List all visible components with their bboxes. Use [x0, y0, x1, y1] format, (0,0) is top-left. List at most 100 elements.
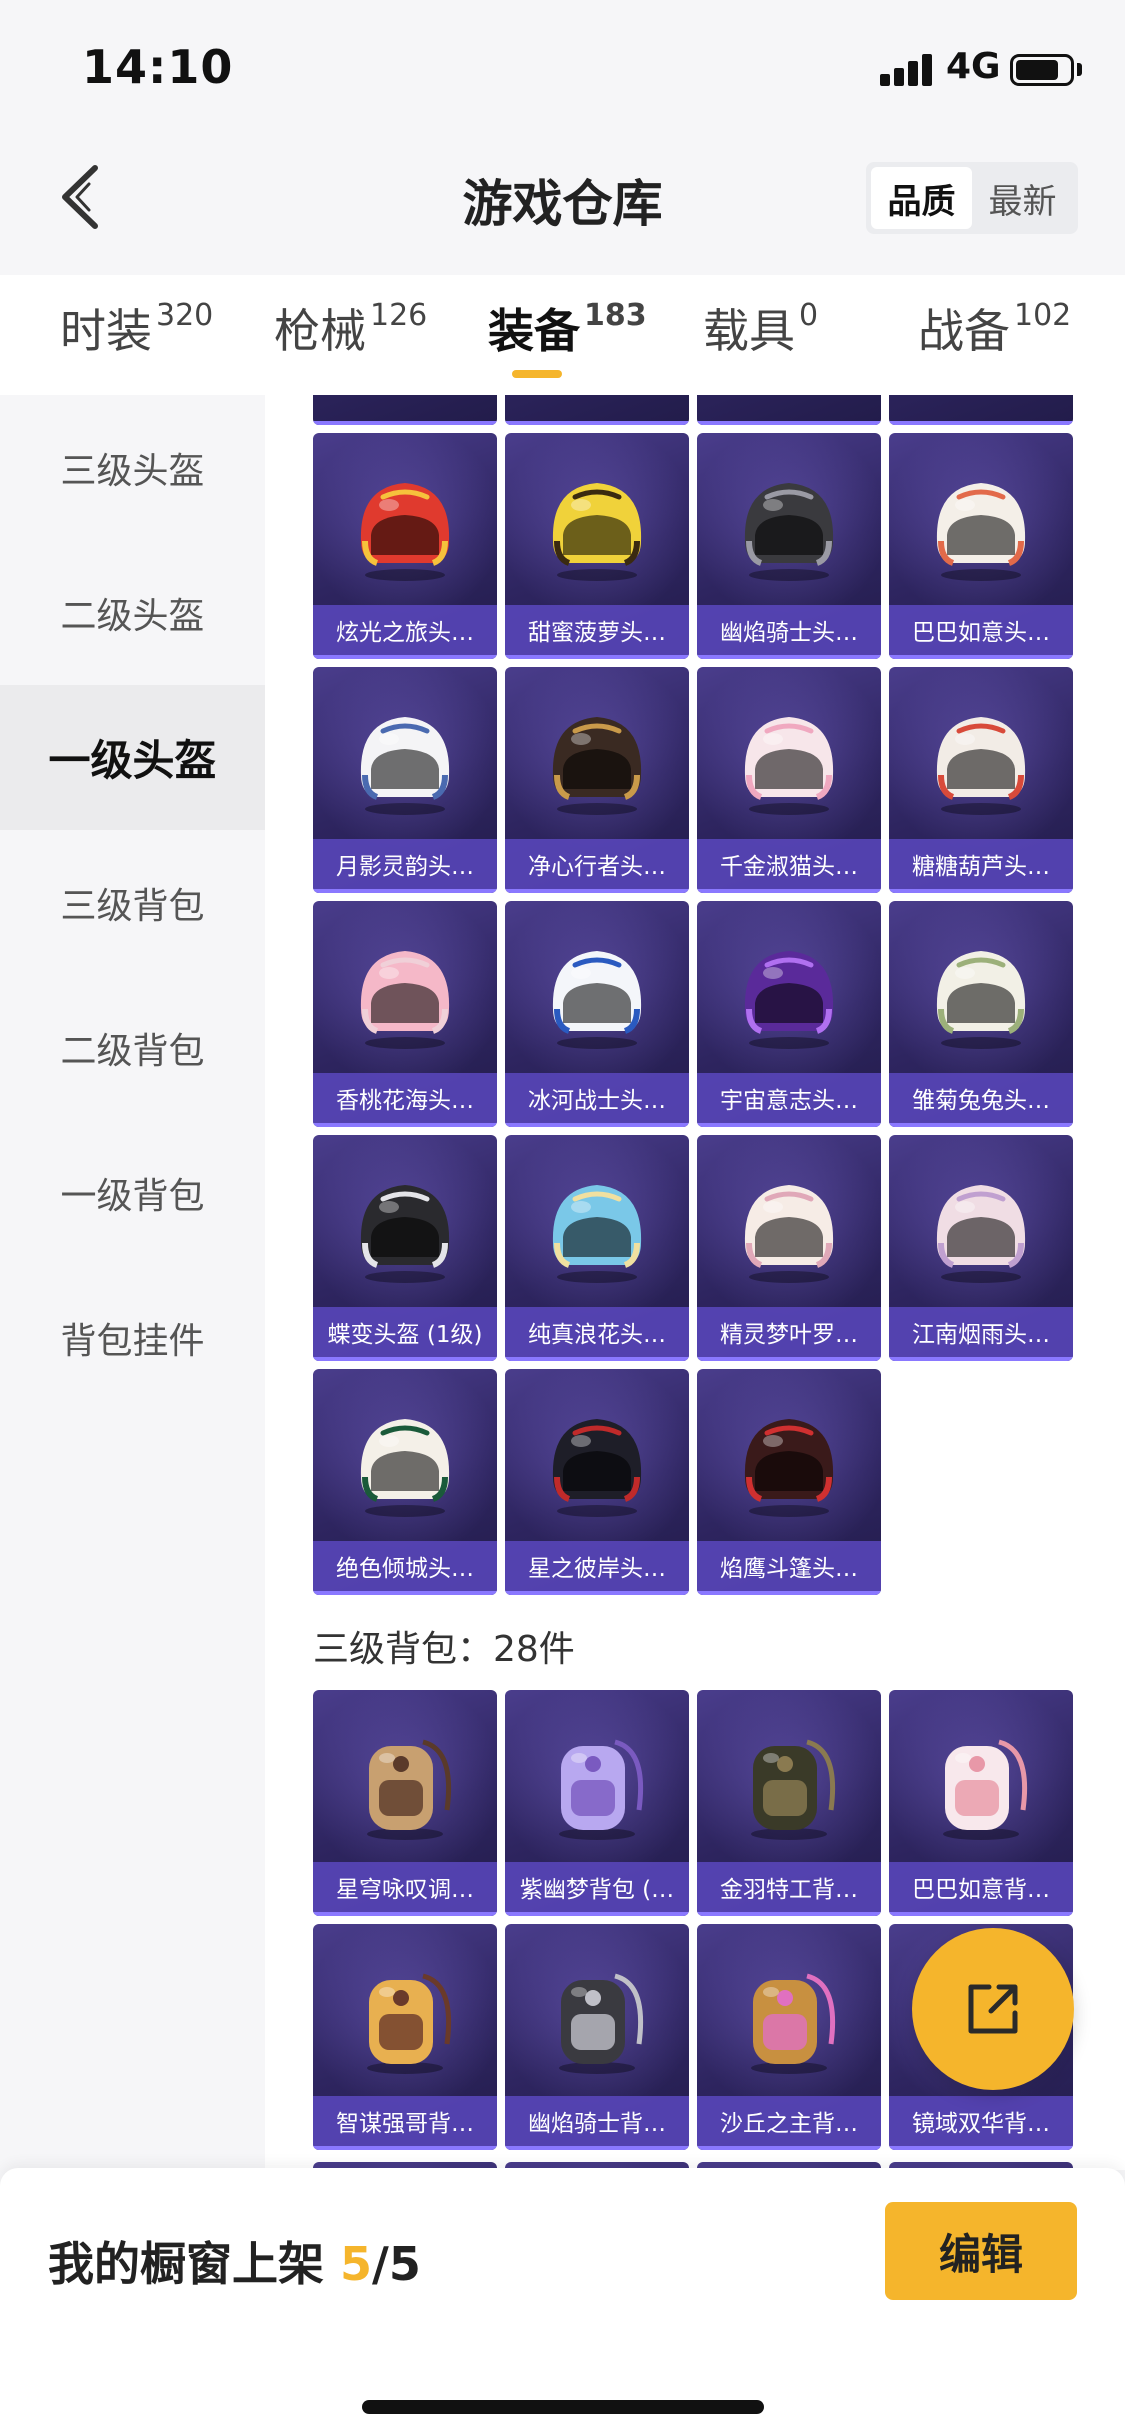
helmet-card[interactable]: 星之彼岸头… [505, 1369, 689, 1595]
card-border [697, 655, 881, 659]
helmet-card[interactable]: 甜蜜菠萝头… [505, 433, 689, 659]
helmet-image [744, 1419, 834, 1517]
helmet-card[interactable]: 炫光之旅头… [313, 433, 497, 659]
grid-row-partial [313, 395, 1073, 425]
card-border [313, 1591, 497, 1595]
item-card[interactable] [889, 395, 1073, 425]
grid-row: 香桃花海头… 冰河战士头… 宇宙意志头… 雏菊兔兔头… [313, 901, 1073, 1127]
card-border [889, 1123, 1073, 1127]
helmet-image [360, 1185, 450, 1283]
helmet-card[interactable]: 糖糖葫芦头… [889, 667, 1073, 893]
tab-firearms[interactable]: 枪械 126 [274, 295, 427, 361]
item-name: 冰河战士头… [505, 1073, 689, 1123]
card-border [697, 1912, 881, 1916]
sidebar-item-backpack-charm[interactable]: 背包挂件 [0, 1265, 265, 1410]
section-title: 三级背包：28件 [313, 1629, 575, 1670]
card-border [889, 889, 1073, 893]
tab-label: 时装 [60, 304, 152, 358]
backpack-card[interactable]: 沙丘之主背… [697, 1924, 881, 2150]
item-name: 巴巴如意头… [889, 605, 1073, 655]
card-border [505, 2146, 689, 2150]
sort-option-newest[interactable]: 最新 [972, 167, 1073, 229]
tab-equipment[interactable]: 装备 183 [488, 295, 647, 361]
backpack-image [751, 1739, 836, 1840]
helmet-card[interactable]: 月影灵韵头… [313, 667, 497, 893]
helmet-card[interactable]: 巴巴如意头… [889, 433, 1073, 659]
helmet-card[interactable]: 冰河战士头… [505, 901, 689, 1127]
tab-label: 战备 [918, 304, 1010, 358]
grid-row: 炫光之旅头… 甜蜜菠萝头… 幽焰骑士头… 巴巴如意头… [313, 433, 1073, 659]
card-border [505, 1123, 689, 1127]
helmet-card[interactable]: 江南烟雨头… [889, 1135, 1073, 1361]
card-border [313, 1123, 497, 1127]
sort-option-quality[interactable]: 品质 [871, 167, 972, 229]
sidebar-item-level2-backpack[interactable]: 二级背包 [0, 975, 265, 1120]
showcase-total: /5 [372, 2237, 421, 2291]
card-border [697, 1123, 881, 1127]
helmet-image [552, 483, 642, 581]
sort-toggle: 品质 最新 [866, 162, 1078, 234]
helmet-image [744, 951, 834, 1049]
tab-fashion[interactable]: 时装 320 [60, 295, 213, 361]
item-card[interactable] [697, 395, 881, 425]
backpack-card[interactable]: 金羽特工背… [697, 1690, 881, 1916]
helmet-card[interactable]: 千金淑猫头… [697, 667, 881, 893]
card-border [313, 889, 497, 893]
battery-tip [1077, 63, 1082, 76]
item-card[interactable] [505, 395, 689, 425]
helmet-card[interactable]: 绝色倾城头… [313, 1369, 497, 1595]
item-card[interactable] [313, 395, 497, 425]
sidebar-item-level1-backpack[interactable]: 一级背包 [0, 1120, 265, 1265]
card-border [889, 1912, 1073, 1916]
backpack-card[interactable]: 紫幽梦背包 (… [505, 1690, 689, 1916]
tab-vehicles[interactable]: 载具 0 [703, 295, 818, 361]
helmet-card[interactable]: 精灵梦叶罗… [697, 1135, 881, 1361]
tab-label: 装备 [488, 304, 580, 358]
helmet-image [936, 951, 1026, 1049]
helmet-image [552, 951, 642, 1049]
backpack-card[interactable]: 幽焰骑士背… [505, 1924, 689, 2150]
helmet-card[interactable]: 香桃花海头… [313, 901, 497, 1127]
backpack-card[interactable]: 巴巴如意背… [889, 1690, 1073, 1916]
card-border [697, 1357, 881, 1361]
backpack-image [559, 1973, 644, 2074]
card-border [697, 889, 881, 893]
backpack-image [751, 1973, 836, 2074]
showcase-label: 我的橱窗上架 [48, 2237, 324, 2291]
grid-row: 蝶变头盔 (1级) 纯真浪花头… 精灵梦叶罗… 江南烟雨头… [313, 1135, 1073, 1361]
helmet-card[interactable]: 宇宙意志头… [697, 901, 881, 1127]
share-button[interactable] [912, 1928, 1074, 2090]
showcase-status: 我的橱窗上架 5/5 [48, 2228, 421, 2294]
helmet-image [744, 483, 834, 581]
sidebar-item-level2-helmet[interactable]: 二级头盔 [0, 540, 265, 685]
helmet-image [360, 951, 450, 1049]
tab-supplies[interactable]: 战备 102 [918, 295, 1071, 361]
helmet-image [360, 483, 450, 581]
sidebar-item-level3-backpack[interactable]: 三级背包 [0, 830, 265, 975]
status-bar: 14:10 4G [0, 0, 1125, 138]
helmet-card[interactable]: 幽焰骑士头… [697, 433, 881, 659]
status-time: 14:10 [82, 40, 234, 94]
backpack-card[interactable]: 智谋强哥背… [313, 1924, 497, 2150]
helmet-card[interactable]: 净心行者头… [505, 667, 689, 893]
helmet-card[interactable]: 蝶变头盔 (1级) [313, 1135, 497, 1361]
helmet-card[interactable]: 焰鹰斗篷头… [697, 1369, 881, 1595]
card-border [505, 655, 689, 659]
item-name: 蝶变头盔 (1级) [313, 1307, 497, 1357]
item-name: 星之彼岸头… [505, 1541, 689, 1591]
item-name: 幽焰骑士头… [697, 605, 881, 655]
bottom-bar: 我的橱窗上架 5/5 编辑 [0, 2168, 1125, 2436]
edit-button[interactable]: 编辑 [885, 2202, 1077, 2300]
helmet-image [360, 717, 450, 815]
grid-row: 月影灵韵头… 净心行者头… 千金淑猫头… 糖糖葫芦头… [313, 667, 1073, 893]
helmet-card[interactable]: 雏菊兔兔头… [889, 901, 1073, 1127]
card-border [889, 1357, 1073, 1361]
sidebar-item-level1-helmet[interactable]: 一级头盔 [0, 685, 265, 830]
backpack-card[interactable]: 星穹咏叹调… [313, 1690, 497, 1916]
share-external-icon [968, 1984, 1018, 2034]
sidebar-item-level3-helmet[interactable]: 三级头盔 [0, 395, 265, 540]
card-border [313, 1912, 497, 1916]
item-name: 星穹咏叹调… [313, 1862, 497, 1912]
showcase-current: 5 [340, 2237, 373, 2291]
helmet-card[interactable]: 纯真浪花头… [505, 1135, 689, 1361]
